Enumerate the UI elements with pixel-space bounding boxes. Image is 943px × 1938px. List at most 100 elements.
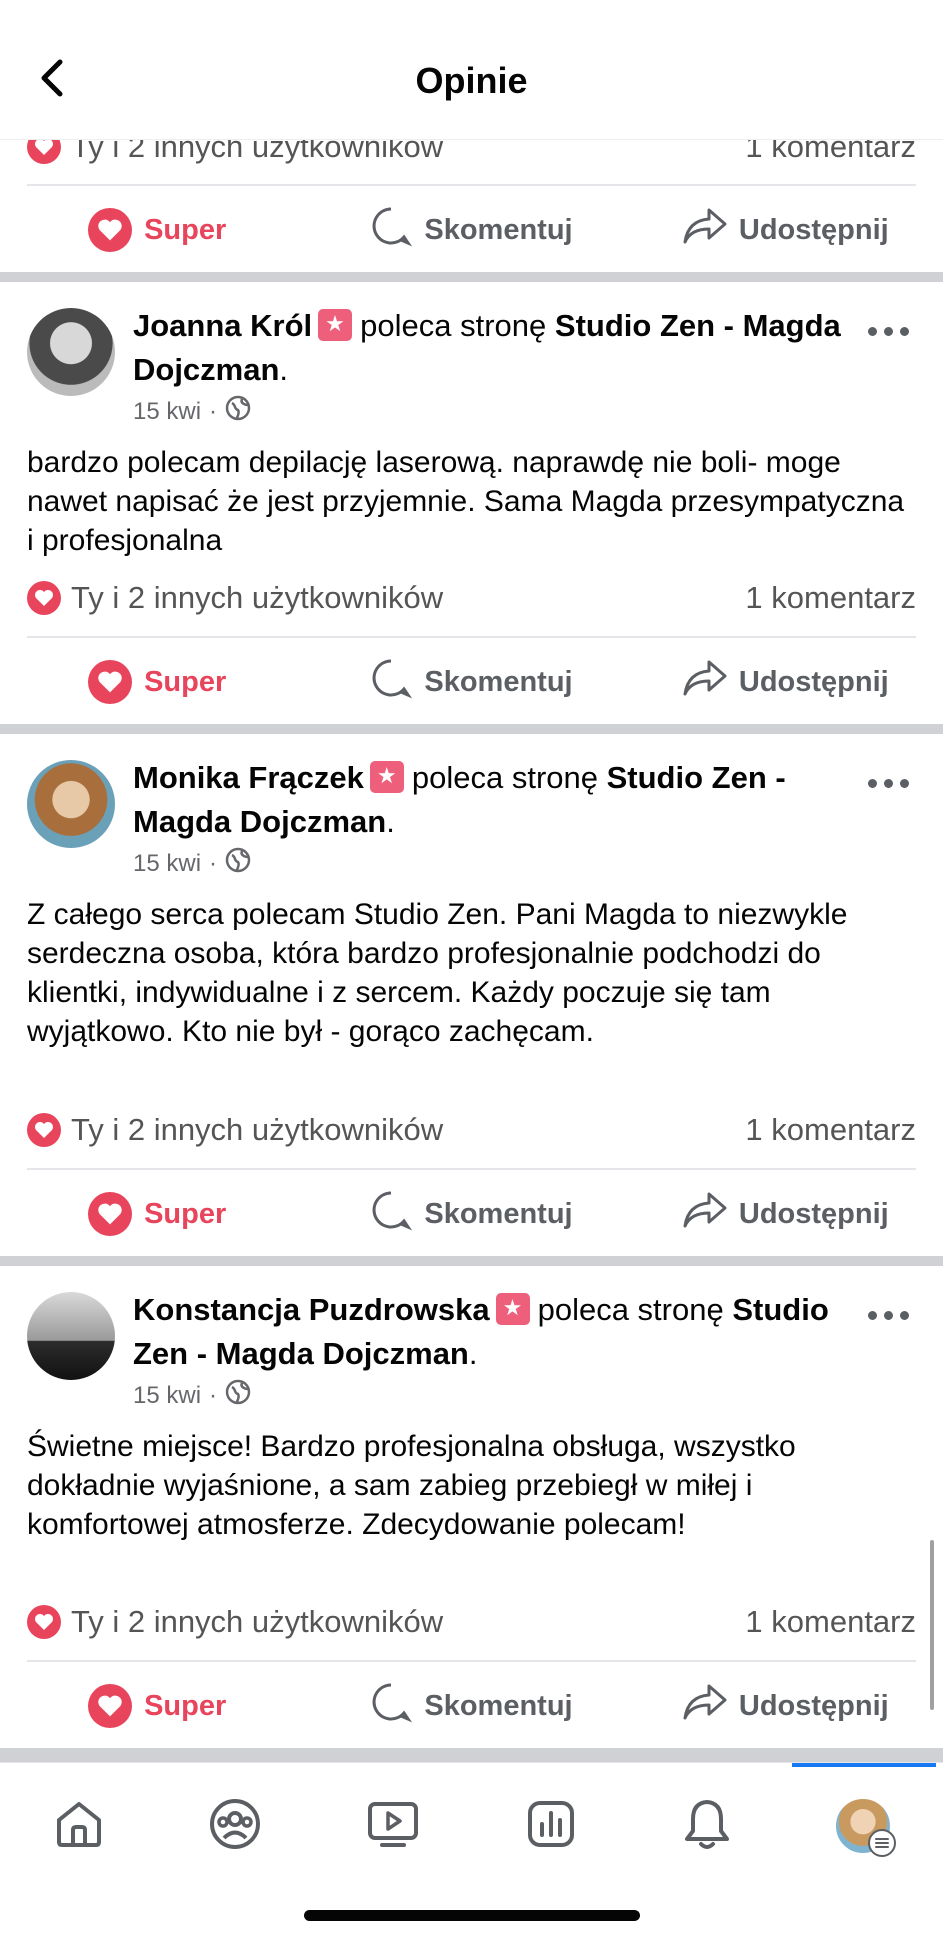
post-text: Świetne miejsce! Bardzo profesjonalna ob… xyxy=(27,1430,796,1541)
post-author-line: Konstancja Puzdrowskapoleca stronę Studi… xyxy=(133,1288,843,1376)
share-button[interactable]: Udostępnij xyxy=(629,658,943,706)
recommend-verb: poleca stronę xyxy=(411,760,598,795)
comment-icon xyxy=(370,205,413,255)
post-separator xyxy=(0,272,943,282)
comment-label: Skomentuj xyxy=(424,213,573,246)
reaction-summary[interactable]: Ty i 2 innych użytkowników 1 komentarz xyxy=(27,1105,916,1155)
meta-separator: · xyxy=(209,1381,218,1409)
reaction-summary[interactable]: Ty i 2 innych użytkowników 1 komentarz xyxy=(27,573,916,623)
post-text: bardzo polecam depilację laserową. napra… xyxy=(27,446,905,557)
post-date[interactable]: 15 kwi xyxy=(133,1382,201,1410)
post-author-line: Joanna Królpoleca stronę Studio Zen - Ma… xyxy=(133,304,843,392)
post-date[interactable]: 15 kwi xyxy=(133,398,201,426)
comment-count[interactable]: 1 komentarz xyxy=(745,1112,916,1148)
avatar[interactable] xyxy=(27,1292,115,1380)
post-separator xyxy=(0,1256,943,1266)
comment-icon xyxy=(370,1189,413,1239)
top-bar: Opinie xyxy=(0,0,943,140)
heart-reaction-icon xyxy=(27,1605,61,1639)
post-meta: 15 kwi · xyxy=(133,1379,251,1412)
author-name[interactable]: Konstancja Puzdrowska xyxy=(133,1292,490,1327)
action-bar: Super Skomentuj Udostępnij xyxy=(0,190,943,270)
active-tab-indicator xyxy=(792,1763,936,1767)
recommend-icon xyxy=(369,761,404,793)
share-icon xyxy=(683,206,727,254)
share-label: Udostępnij xyxy=(738,665,889,698)
meta-separator: · xyxy=(209,397,218,425)
comment-label: Skomentuj xyxy=(424,1689,573,1722)
nav-insights[interactable] xyxy=(516,1791,586,1861)
more-options-button[interactable] xyxy=(863,768,913,798)
share-icon xyxy=(683,1190,727,1238)
heart-icon xyxy=(88,1192,133,1236)
video-icon xyxy=(366,1798,420,1855)
post-author-line: Monika Frączekpoleca stronę Studio Zen -… xyxy=(133,756,843,844)
avatar[interactable] xyxy=(27,760,115,848)
reaction-text: Ty i 2 innych użytkowników xyxy=(71,1112,444,1147)
comment-button[interactable]: Skomentuj xyxy=(314,1681,628,1731)
author-name[interactable]: Joanna Król xyxy=(133,308,312,343)
super-label: Super xyxy=(144,1197,227,1230)
home-indicator[interactable] xyxy=(304,1910,640,1921)
comment-label: Skomentuj xyxy=(424,665,573,698)
comment-button[interactable]: Skomentuj xyxy=(314,1189,628,1239)
comment-icon xyxy=(370,1681,413,1731)
comment-button[interactable]: Skomentuj xyxy=(314,205,628,255)
recommend-verb: poleca stronę xyxy=(537,1292,724,1327)
heart-icon xyxy=(88,660,133,704)
post-meta: 15 kwi · xyxy=(133,847,251,880)
globe-icon xyxy=(225,395,251,428)
nav-notifications[interactable] xyxy=(672,1791,742,1861)
menu-icon[interactable] xyxy=(868,1829,896,1857)
post-text: Z całego serca polecam Studio Zen. Pani … xyxy=(27,898,848,1048)
nav-home[interactable] xyxy=(44,1791,114,1861)
more-options-button[interactable] xyxy=(863,1300,913,1330)
recommend-verb: poleca stronę xyxy=(360,308,547,343)
scrollbar[interactable] xyxy=(930,1540,934,1710)
super-button[interactable]: Super xyxy=(0,660,314,704)
reaction-summary[interactable]: Ty i 2 innych użytkowników 1 komentarz xyxy=(27,1597,916,1647)
post-separator xyxy=(0,1748,943,1762)
divider xyxy=(27,184,916,186)
share-icon xyxy=(683,658,727,706)
share-button[interactable]: Udostępnij xyxy=(629,206,943,254)
action-bar: Super Skomentuj Udostępnij xyxy=(0,1174,943,1254)
meta-separator: · xyxy=(209,849,218,877)
insights-icon xyxy=(525,1798,577,1855)
share-label: Udostępnij xyxy=(738,1689,889,1722)
recommend-icon xyxy=(318,309,353,341)
home-icon xyxy=(53,1798,105,1855)
heart-icon xyxy=(88,1684,133,1728)
bottom-nav xyxy=(0,1762,943,1938)
share-label: Udostępnij xyxy=(738,213,889,246)
heart-reaction-icon xyxy=(27,581,61,615)
recommend-icon xyxy=(495,1293,530,1325)
comment-count[interactable]: 1 komentarz xyxy=(745,1604,916,1640)
globe-icon xyxy=(225,847,251,880)
nav-video[interactable] xyxy=(358,1791,428,1861)
comment-icon xyxy=(370,657,413,707)
comment-count[interactable]: 1 komentarz xyxy=(745,580,916,616)
page-title: Opinie xyxy=(415,60,528,101)
heart-icon xyxy=(88,208,133,252)
post-date[interactable]: 15 kwi xyxy=(133,850,201,878)
share-icon xyxy=(683,1682,727,1730)
nav-groups[interactable] xyxy=(200,1791,270,1861)
divider xyxy=(27,1660,916,1662)
share-button[interactable]: Udostępnij xyxy=(629,1190,943,1238)
author-name[interactable]: Monika Frączek xyxy=(133,760,364,795)
super-button[interactable]: Super xyxy=(0,208,314,252)
avatar[interactable] xyxy=(27,308,115,396)
super-button[interactable]: Super xyxy=(0,1192,314,1236)
share-button[interactable]: Udostępnij xyxy=(629,1682,943,1730)
super-button[interactable]: Super xyxy=(0,1684,314,1728)
comment-button[interactable]: Skomentuj xyxy=(314,657,628,707)
post-separator xyxy=(0,724,943,734)
action-bar: Super Skomentuj Udostępnij xyxy=(0,1666,943,1746)
more-options-button[interactable] xyxy=(863,316,913,346)
globe-icon xyxy=(225,1379,251,1412)
action-bar: Super Skomentuj Udostępnij xyxy=(0,642,943,722)
super-label: Super xyxy=(144,1689,227,1722)
divider xyxy=(27,636,916,638)
groups-icon xyxy=(208,1797,262,1856)
